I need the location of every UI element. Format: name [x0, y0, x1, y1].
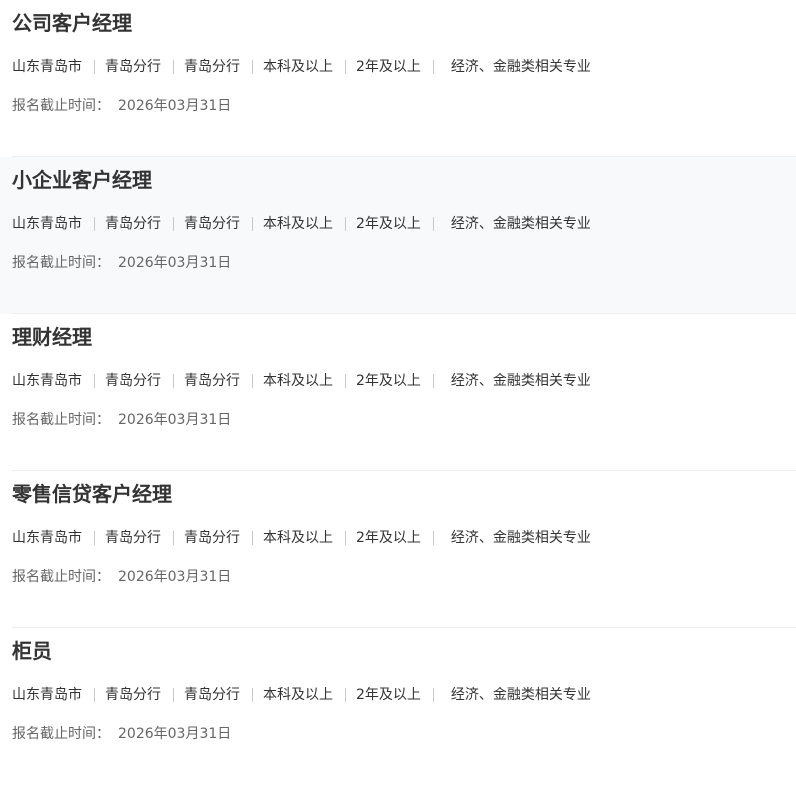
job-location: 山东青岛市 — [12, 373, 82, 389]
deadline-date: 2026年03月31日 — [118, 569, 232, 585]
deadline-label: 报名截止时间： — [12, 255, 110, 271]
deadline-label: 报名截止时间： — [12, 726, 110, 742]
deadline-label: 报名截止时间： — [12, 569, 110, 585]
job-item-small-business-account-manager[interactable]: 小企业客户经理 山东青岛市 青岛分行 青岛分行 本科及以上 2年及以上 经济、金… — [0, 157, 796, 314]
tag-divider — [432, 217, 434, 231]
tag-divider — [173, 374, 174, 388]
job-location: 山东青岛市 — [12, 216, 82, 232]
job-list: 公司客户经理 山东青岛市 青岛分行 青岛分行 本科及以上 2年及以上 经济、金融… — [0, 0, 796, 785]
job-major: 经济、金融类相关专业 — [450, 687, 591, 703]
job-tags: 山东青岛市 青岛分行 青岛分行 本科及以上 2年及以上 经济、金融类相关专业 — [12, 57, 591, 77]
tag-divider — [252, 531, 253, 545]
tag-divider — [94, 688, 95, 702]
tag-divider — [173, 688, 174, 702]
tag-divider — [252, 688, 253, 702]
job-major: 经济、金融类相关专业 — [450, 530, 591, 546]
job-title[interactable]: 零售信贷客户经理 — [12, 479, 172, 509]
job-item-retail-credit-account-manager[interactable]: 零售信贷客户经理 山东青岛市 青岛分行 青岛分行 本科及以上 2年及以上 经济、… — [0, 471, 796, 628]
job-tags: 山东青岛市 青岛分行 青岛分行 本科及以上 2年及以上 经济、金融类相关专业 — [12, 685, 591, 705]
tag-divider — [345, 60, 346, 74]
job-education: 本科及以上 — [263, 216, 333, 232]
tag-divider — [173, 60, 174, 74]
deadline-date: 2026年03月31日 — [118, 412, 232, 428]
tag-divider — [345, 217, 346, 231]
tag-divider — [94, 531, 95, 545]
job-department: 青岛分行 — [184, 216, 240, 232]
job-education: 本科及以上 — [263, 59, 333, 75]
tag-divider — [345, 531, 346, 545]
job-education: 本科及以上 — [263, 373, 333, 389]
deadline-date: 2026年03月31日 — [118, 726, 232, 742]
job-title[interactable]: 小企业客户经理 — [12, 165, 152, 195]
job-deadline: 报名截止时间： 2026年03月31日 — [12, 96, 231, 116]
job-department: 青岛分行 — [184, 59, 240, 75]
job-major: 经济、金融类相关专业 — [450, 216, 591, 232]
tag-divider — [432, 374, 434, 388]
tag-divider — [432, 60, 434, 74]
deadline-label: 报名截止时间： — [12, 98, 110, 114]
job-branch: 青岛分行 — [105, 59, 161, 75]
job-branch: 青岛分行 — [105, 530, 161, 546]
tag-divider — [252, 217, 253, 231]
tag-divider — [94, 60, 95, 74]
job-department: 青岛分行 — [184, 530, 240, 546]
job-department: 青岛分行 — [184, 373, 240, 389]
tag-divider — [252, 374, 253, 388]
tag-divider — [432, 688, 434, 702]
tag-divider — [173, 531, 174, 545]
job-branch: 青岛分行 — [105, 373, 161, 389]
tag-divider — [345, 374, 346, 388]
tag-divider — [432, 531, 434, 545]
job-branch: 青岛分行 — [105, 687, 161, 703]
job-item-corporate-account-manager[interactable]: 公司客户经理 山东青岛市 青岛分行 青岛分行 本科及以上 2年及以上 经济、金融… — [0, 0, 796, 157]
job-experience: 2年及以上 — [356, 373, 421, 389]
job-deadline: 报名截止时间： 2026年03月31日 — [12, 567, 231, 587]
job-item-wealth-manager[interactable]: 理财经理 山东青岛市 青岛分行 青岛分行 本科及以上 2年及以上 经济、金融类相… — [0, 314, 796, 471]
tag-divider — [173, 217, 174, 231]
job-education: 本科及以上 — [263, 530, 333, 546]
job-major: 经济、金融类相关专业 — [450, 59, 591, 75]
deadline-date: 2026年03月31日 — [118, 255, 232, 271]
job-title[interactable]: 理财经理 — [12, 322, 92, 352]
job-major: 经济、金融类相关专业 — [450, 373, 591, 389]
job-experience: 2年及以上 — [356, 216, 421, 232]
job-item-teller[interactable]: 柜员 山东青岛市 青岛分行 青岛分行 本科及以上 2年及以上 经济、金融类相关专… — [0, 628, 796, 785]
job-location: 山东青岛市 — [12, 687, 82, 703]
job-department: 青岛分行 — [184, 687, 240, 703]
job-location: 山东青岛市 — [12, 530, 82, 546]
job-experience: 2年及以上 — [356, 687, 421, 703]
job-location: 山东青岛市 — [12, 59, 82, 75]
tag-divider — [252, 60, 253, 74]
job-education: 本科及以上 — [263, 687, 333, 703]
job-experience: 2年及以上 — [356, 59, 421, 75]
deadline-date: 2026年03月31日 — [118, 98, 232, 114]
job-title[interactable]: 柜员 — [12, 636, 52, 666]
job-title[interactable]: 公司客户经理 — [12, 8, 132, 38]
job-deadline: 报名截止时间： 2026年03月31日 — [12, 410, 231, 430]
job-tags: 山东青岛市 青岛分行 青岛分行 本科及以上 2年及以上 经济、金融类相关专业 — [12, 371, 591, 391]
job-experience: 2年及以上 — [356, 530, 421, 546]
job-deadline: 报名截止时间： 2026年03月31日 — [12, 724, 231, 744]
job-branch: 青岛分行 — [105, 216, 161, 232]
tag-divider — [94, 217, 95, 231]
tag-divider — [345, 688, 346, 702]
tag-divider — [94, 374, 95, 388]
job-tags: 山东青岛市 青岛分行 青岛分行 本科及以上 2年及以上 经济、金融类相关专业 — [12, 214, 591, 234]
job-tags: 山东青岛市 青岛分行 青岛分行 本科及以上 2年及以上 经济、金融类相关专业 — [12, 528, 591, 548]
deadline-label: 报名截止时间： — [12, 412, 110, 428]
job-deadline: 报名截止时间： 2026年03月31日 — [12, 253, 231, 273]
